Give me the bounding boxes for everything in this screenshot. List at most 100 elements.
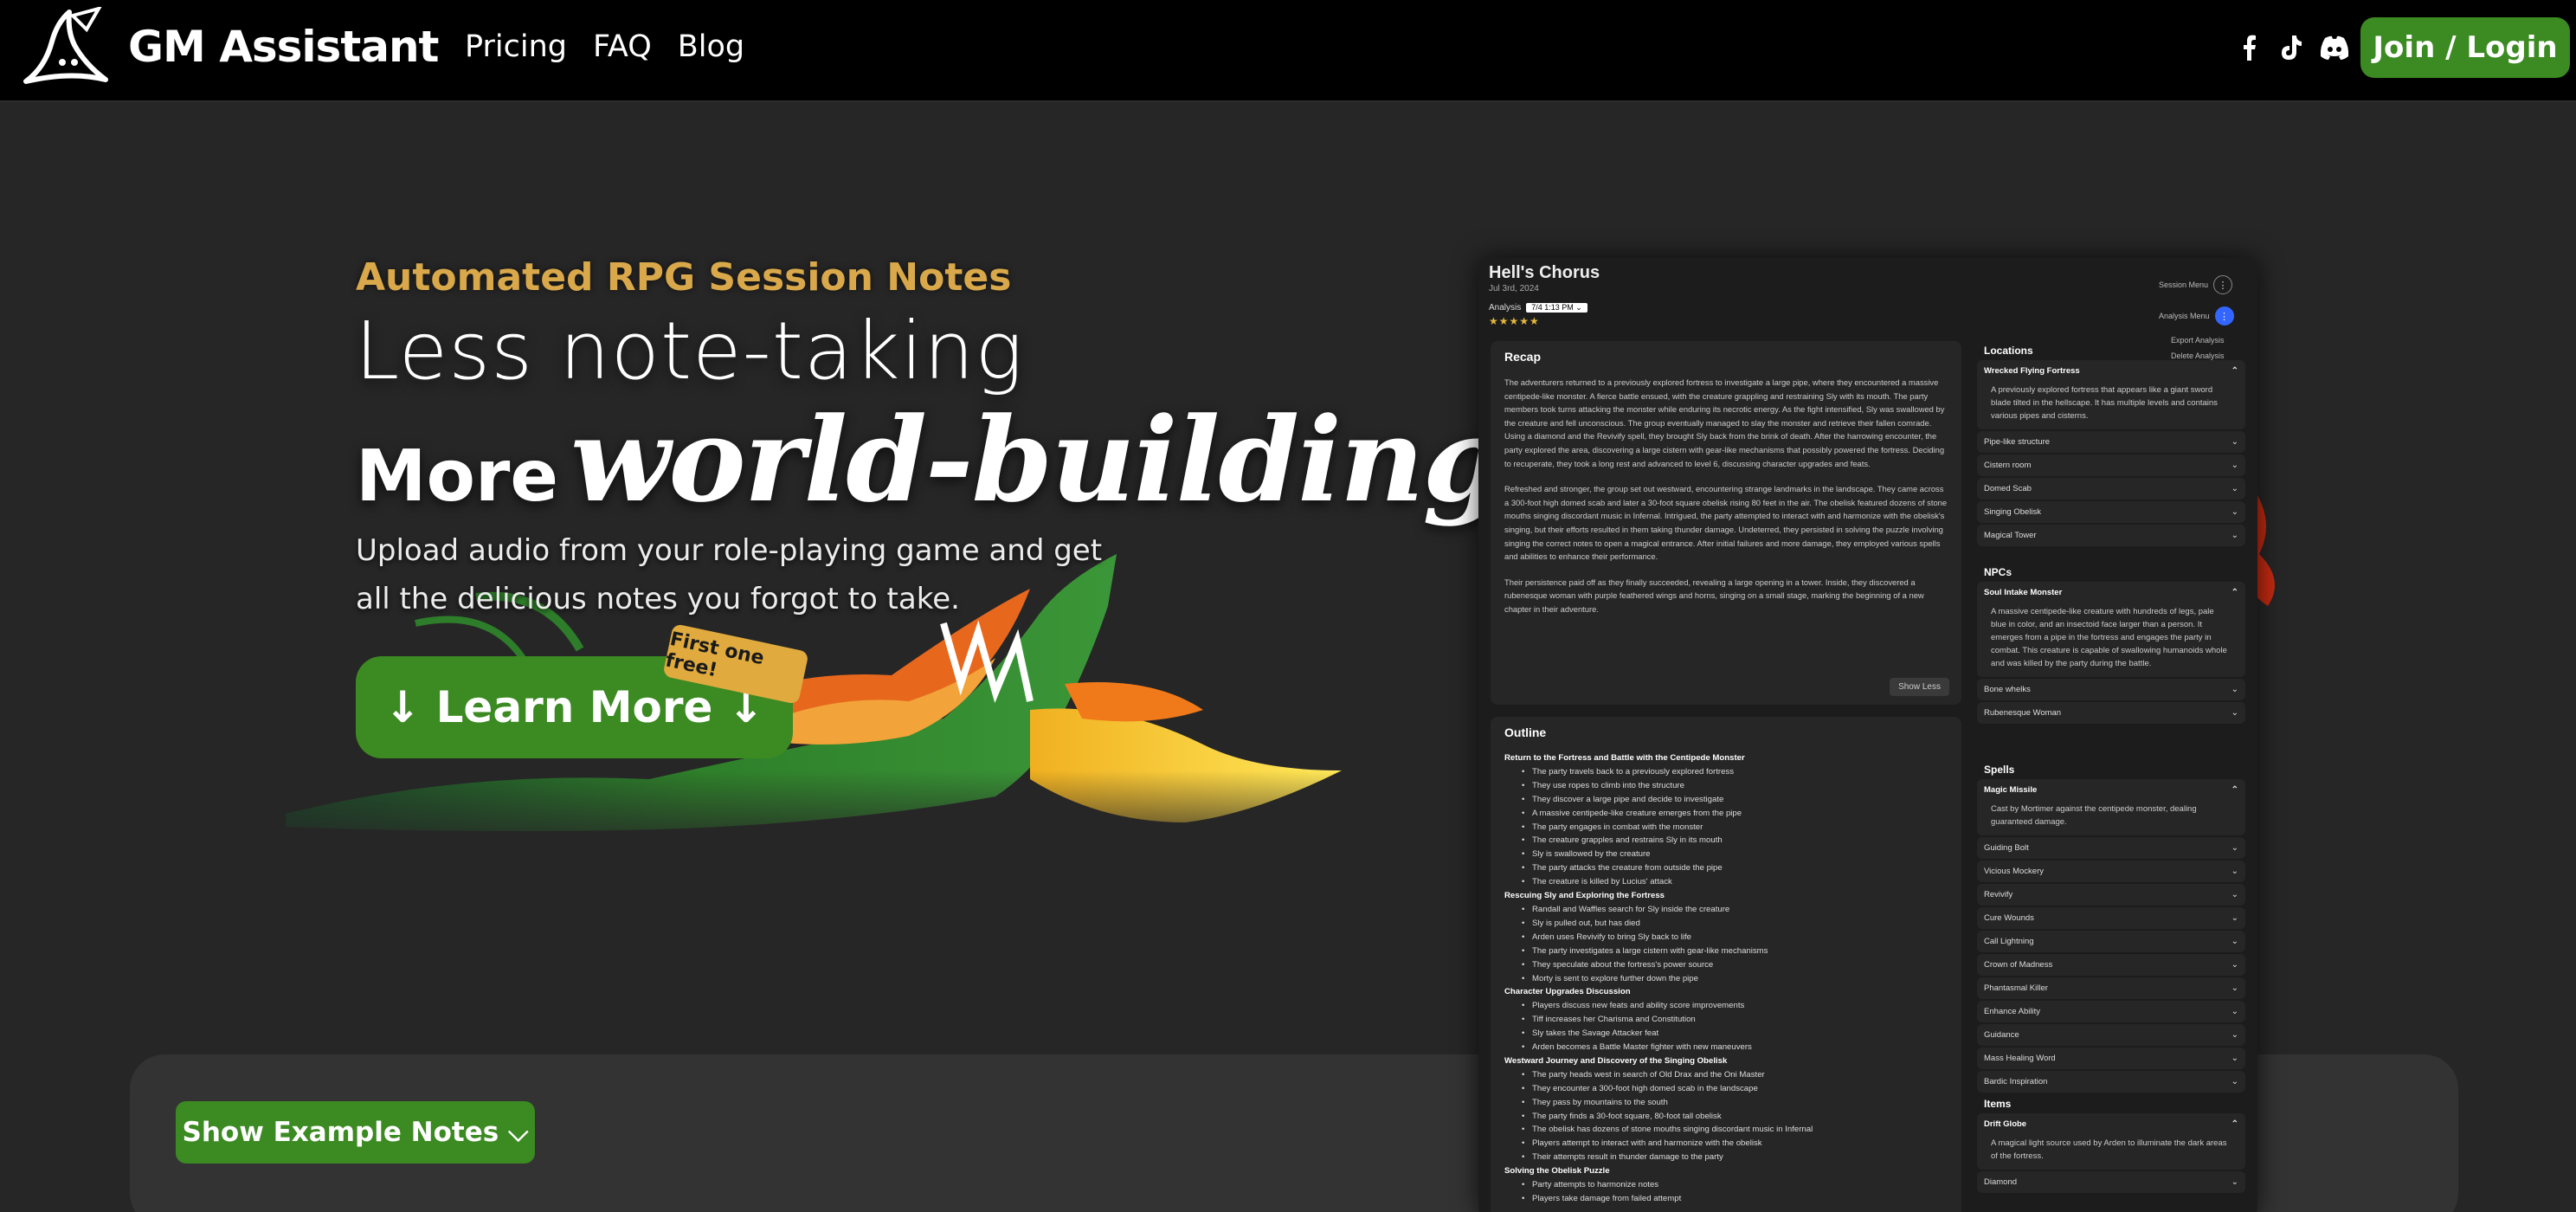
items-title: Items bbox=[1984, 1098, 2012, 1110]
npc-name: Rubenesque Woman bbox=[1984, 708, 2062, 718]
locations-title: Locations bbox=[1984, 345, 2033, 357]
npc-accordion[interactable]: Bone whelks ⌄ bbox=[1977, 679, 2245, 700]
location-accordion[interactable]: Singing Obelisk ⌄ bbox=[1977, 501, 2245, 523]
outline-item: Party attempts to harmonize notes bbox=[1504, 1178, 1948, 1192]
locations-list: Pipe-like structure ⌄ Cistern room ⌄ Domed S… bbox=[1977, 431, 2245, 546]
spell-accordion[interactable]: Mass Healing Word ⌄ bbox=[1977, 1048, 2245, 1069]
spell-name: Phantasmal Killer bbox=[1984, 983, 2048, 993]
chevron-down-icon: ⌄ bbox=[2231, 1007, 2238, 1016]
location-name: Singing Obelisk bbox=[1984, 507, 2042, 517]
outline-item: Arden uses Revivify to bring Sly back to… bbox=[1504, 931, 1948, 944]
session-menu-label: Session Menu bbox=[2159, 280, 2209, 289]
analysis-select[interactable]: 7/4 1:13 PM ⌄ bbox=[1526, 303, 1587, 313]
chevron-down-icon: ⌄ bbox=[2231, 890, 2238, 899]
spell-name: Magic Missile bbox=[1984, 785, 2038, 795]
outline-list: Return to the Fortress and Battle with t… bbox=[1504, 751, 1948, 1206]
spell-name: Call Lightning bbox=[1984, 937, 2034, 946]
spell-name: Revivify bbox=[1984, 890, 2013, 899]
spell-name: Enhance Ability bbox=[1984, 1007, 2040, 1016]
spell-accordion-open[interactable]: Magic Missile ⌃ Cast by Mortimer against … bbox=[1977, 779, 2245, 835]
spell-accordion[interactable]: Guidance ⌄ bbox=[1977, 1024, 2245, 1046]
npc-description: A massive centipede-like creature with h… bbox=[1991, 607, 2227, 668]
analysis-menu-label: Analysis Menu bbox=[2159, 312, 2210, 320]
spell-accordion[interactable]: Cure Wounds ⌄ bbox=[1977, 907, 2245, 929]
outline-item: The creature is killed by Lucius' attack bbox=[1504, 875, 1948, 889]
outline-item: Players attempt to interact with and har… bbox=[1504, 1137, 1948, 1151]
outline-item: They discover a large pipe and decide to… bbox=[1504, 793, 1948, 807]
items-list: Diamond ⌄ bbox=[1977, 1171, 2245, 1193]
npcs-section: NPCs Soul Intake Monster ⌃ A massive cent… bbox=[1977, 563, 2245, 725]
outline-item: The obelisk has dozens of stone mouths s… bbox=[1504, 1123, 1948, 1137]
analysis-menu[interactable]: Analysis Menu ⋮ bbox=[2159, 306, 2234, 326]
npc-accordion-open[interactable]: Soul Intake Monster ⌃ A massive centipede… bbox=[1977, 582, 2245, 677]
session-menu[interactable]: Session Menu ⋮ bbox=[2159, 275, 2233, 294]
outline-item: They pass by mountains to the south bbox=[1504, 1096, 1948, 1110]
outline-item: The creature grapples and restrains Sly … bbox=[1504, 834, 1948, 848]
spell-accordion[interactable]: Crown of Madness ⌄ bbox=[1977, 954, 2245, 976]
chevron-down-icon: ⌄ bbox=[2231, 1054, 2238, 1063]
chevron-down-icon: ⌄ bbox=[2231, 484, 2238, 493]
join-login-button[interactable]: Join / Login bbox=[2360, 17, 2570, 78]
item-accordion-open[interactable]: Drift Globe ⌃ A magical light source used… bbox=[1977, 1113, 2245, 1170]
tiktok-icon[interactable] bbox=[2277, 33, 2306, 62]
chevron-down-icon: ⌄ bbox=[2231, 1177, 2238, 1187]
outline-item: The party heads west in search of Old Dr… bbox=[1504, 1068, 1948, 1082]
chevron-down-icon: ⌄ bbox=[2231, 913, 2238, 923]
item-description: A magical light source used by Arden to … bbox=[1991, 1138, 2227, 1161]
outline-heading: Solving the Obelisk Puzzle bbox=[1504, 1166, 1610, 1177]
chevron-down-icon: ⌄ bbox=[2231, 437, 2238, 447]
item-name: Drift Globe bbox=[1984, 1119, 2027, 1129]
show-example-notes-button[interactable]: Show Example Notes ⌵ bbox=[176, 1101, 535, 1164]
recap-text: The adventurers returned to a previously… bbox=[1504, 376, 1948, 616]
chevron-down-icon: ⌄ bbox=[2231, 867, 2238, 876]
rating-stars[interactable]: ★★★★★ bbox=[1489, 315, 1540, 327]
chevron-up-icon: ⌃ bbox=[2231, 1119, 2238, 1129]
brand[interactable]: GM Assistant bbox=[19, 7, 439, 87]
show-less-button[interactable]: Show Less bbox=[1890, 678, 1949, 696]
outline-item: They use ropes to climb into the structu… bbox=[1504, 779, 1948, 793]
spell-accordion[interactable]: Guiding Bolt ⌄ bbox=[1977, 837, 2245, 859]
location-accordion[interactable]: Pipe-like structure ⌄ bbox=[1977, 431, 2245, 453]
outline-item: Their attempts result in thunder damage … bbox=[1504, 1151, 1948, 1164]
nav-link-blog[interactable]: Blog bbox=[678, 29, 744, 64]
chevron-down-icon: ⌄ bbox=[2231, 685, 2238, 694]
chevron-down-icon: ⌄ bbox=[2231, 708, 2238, 718]
location-name: Wrecked Flying Fortress bbox=[1984, 366, 2080, 376]
recap-card: Recap The adventurers returned to a prev… bbox=[1491, 341, 1961, 705]
session-menu-dots-icon[interactable]: ⋮ bbox=[2213, 275, 2233, 294]
nav-link-faq[interactable]: FAQ bbox=[593, 29, 652, 64]
discord-icon[interactable] bbox=[2318, 33, 2351, 62]
session-date: Jul 3rd, 2024 bbox=[1489, 284, 1539, 293]
npc-accordion[interactable]: Rubenesque Woman ⌄ bbox=[1977, 702, 2245, 724]
analysis-menu-dots-icon[interactable]: ⋮ bbox=[2214, 306, 2234, 326]
spell-accordion[interactable]: Enhance Ability ⌄ bbox=[1977, 1001, 2245, 1022]
location-description: A previously explored fortress that appe… bbox=[1991, 385, 2218, 421]
nav-link-pricing[interactable]: Pricing bbox=[465, 29, 567, 64]
outline-item: The party investigates a large cistern w… bbox=[1504, 944, 1948, 958]
spell-accordion[interactable]: Vicious Mockery ⌄ bbox=[1977, 861, 2245, 882]
spell-accordion[interactable]: Phantasmal Killer ⌄ bbox=[1977, 977, 2245, 999]
chevron-down-icon: ⌄ bbox=[2231, 1077, 2238, 1086]
location-accordion[interactable]: Magical Tower ⌄ bbox=[1977, 525, 2245, 546]
outline-item: The party travels back to a previously e… bbox=[1504, 765, 1948, 779]
outline-item: Players take damage from failed attempt bbox=[1504, 1192, 1948, 1206]
chevron-down-icon: ⌄ bbox=[2231, 960, 2238, 970]
location-accordion[interactable]: Cistern room ⌄ bbox=[1977, 455, 2245, 476]
hero-subtext: Upload audio from your role-playing game… bbox=[356, 533, 1103, 616]
outline-heading: Rescuing Sly and Exploring the Fortress bbox=[1504, 891, 1665, 901]
location-accordion[interactable]: Domed Scab ⌄ bbox=[1977, 478, 2245, 500]
session-title: Hell's Chorus bbox=[1489, 263, 1600, 282]
location-accordion-open[interactable]: Wrecked Flying Fortress ⌃ A previously ex… bbox=[1977, 360, 2245, 429]
spell-accordion[interactable]: Revivify ⌄ bbox=[1977, 884, 2245, 906]
recap-title: Recap bbox=[1504, 350, 1542, 364]
facebook-icon[interactable] bbox=[2235, 33, 2264, 62]
outline-title: Outline bbox=[1504, 725, 1547, 739]
spell-accordion[interactable]: Bardic Inspiration ⌄ bbox=[1977, 1071, 2245, 1093]
spell-name: Cure Wounds bbox=[1984, 913, 2034, 923]
spells-title: Spells bbox=[1984, 764, 2015, 776]
spell-name: Vicious Mockery bbox=[1984, 867, 2044, 876]
item-accordion[interactable]: Diamond ⌄ bbox=[1977, 1171, 2245, 1193]
chevron-down-icon: ⌄ bbox=[2231, 937, 2238, 946]
spell-accordion[interactable]: Call Lightning ⌄ bbox=[1977, 931, 2245, 952]
outline-item: Sly takes the Savage Attacker feat bbox=[1504, 1027, 1948, 1041]
